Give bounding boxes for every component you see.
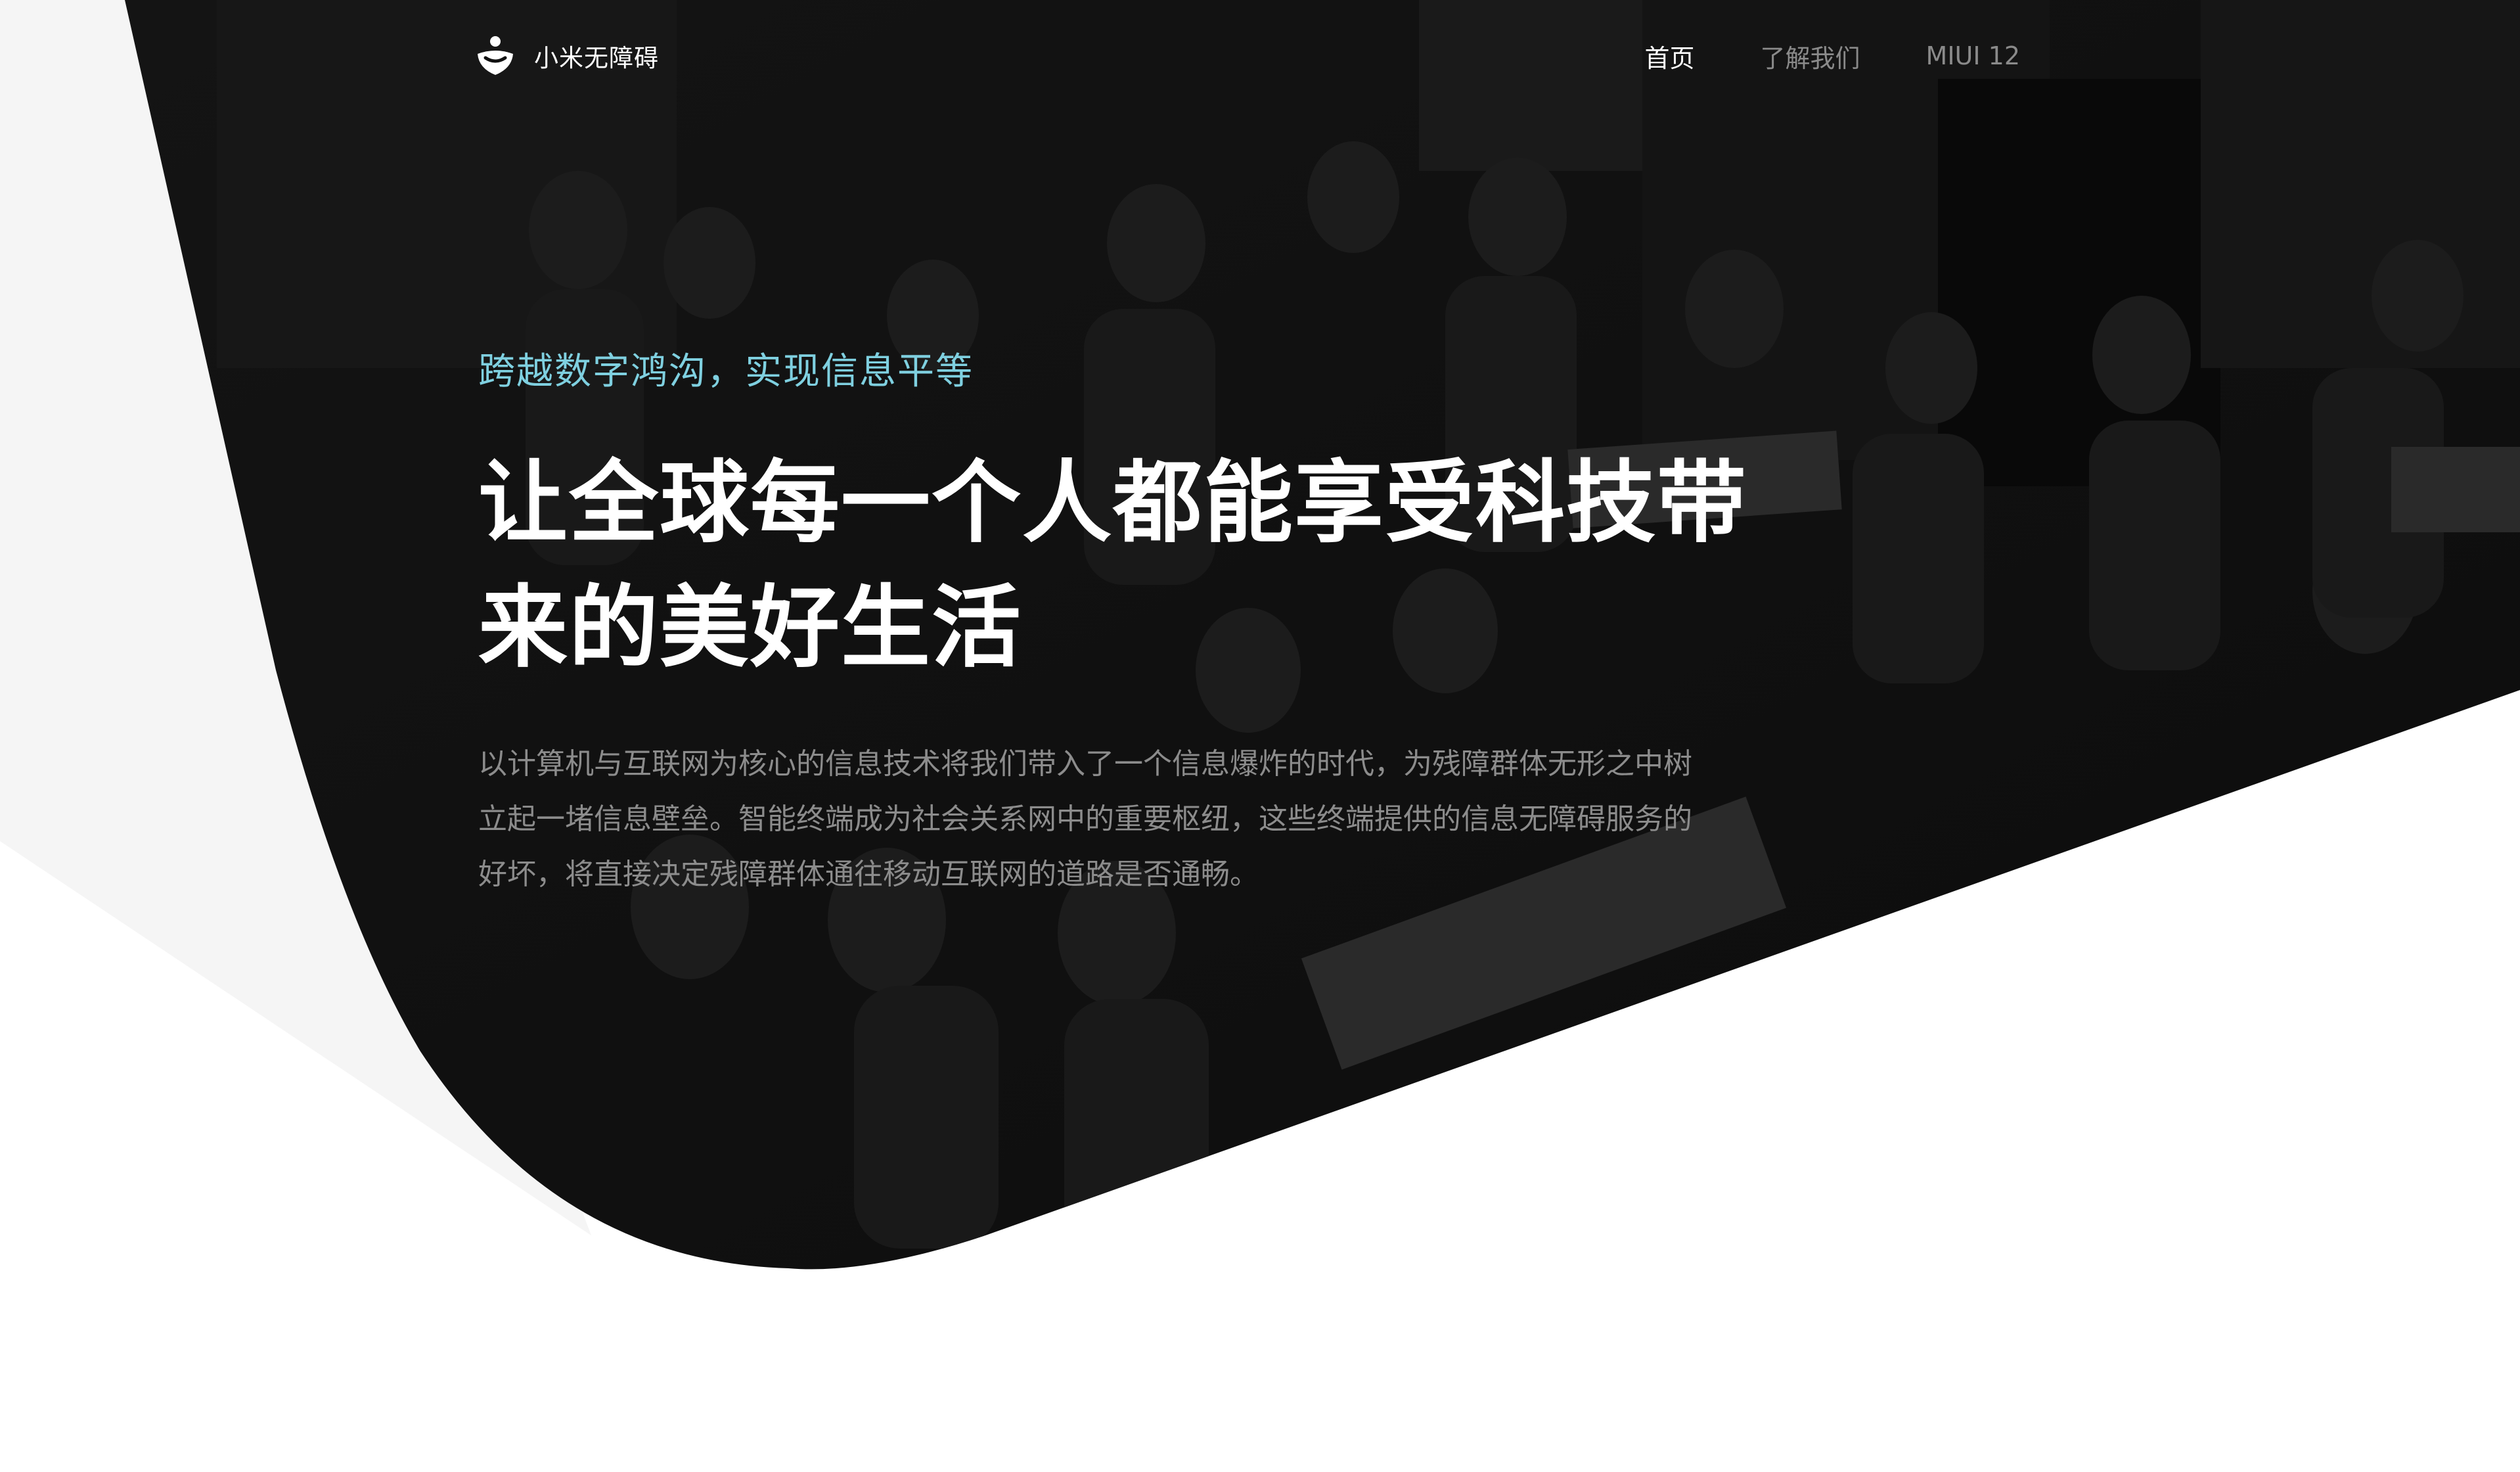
hero-content: 跨越数字鸿沟，实现信息平等 让全球每一个人都能享受科技带 来的美好生活 以计算机… <box>478 342 1759 902</box>
page: 小米无障碍 首页 了解我们 MIUI 12 跨越数字鸿沟，实现信息平等 让全球每… <box>0 0 2520 1472</box>
top-navigation: 小米无障碍 首页 了解我们 MIUI 12 <box>476 20 2020 92</box>
hero-headline-line-2: 来的美好生活 <box>478 576 1022 680</box>
hero-headline-line-1: 让全球每一个人都能享受科技带 <box>478 451 1747 555</box>
nav-links: 首页 了解我们 MIUI 12 <box>1645 38 2020 74</box>
brand[interactable]: 小米无障碍 <box>476 35 659 76</box>
brand-name: 小米无障碍 <box>534 44 659 72</box>
accessibility-figure-logo-icon <box>478 36 513 75</box>
nav-item-miui12[interactable]: MIUI 12 <box>1926 41 2020 70</box>
hero-description: 以计算机与互联网为核心的信息技术将我们带入了一个信息爆炸的时代，为残障群体无形之… <box>478 747 1692 891</box>
nav-item-about[interactable]: 了解我们 <box>1761 38 1860 74</box>
nav-item-home[interactable]: 首页 <box>1645 38 1695 74</box>
hero-tagline: 跨越数字鸿沟，实现信息平等 <box>478 350 974 393</box>
hero-headline: 让全球每一个人都能享受科技带 来的美好生活 <box>478 441 1759 691</box>
